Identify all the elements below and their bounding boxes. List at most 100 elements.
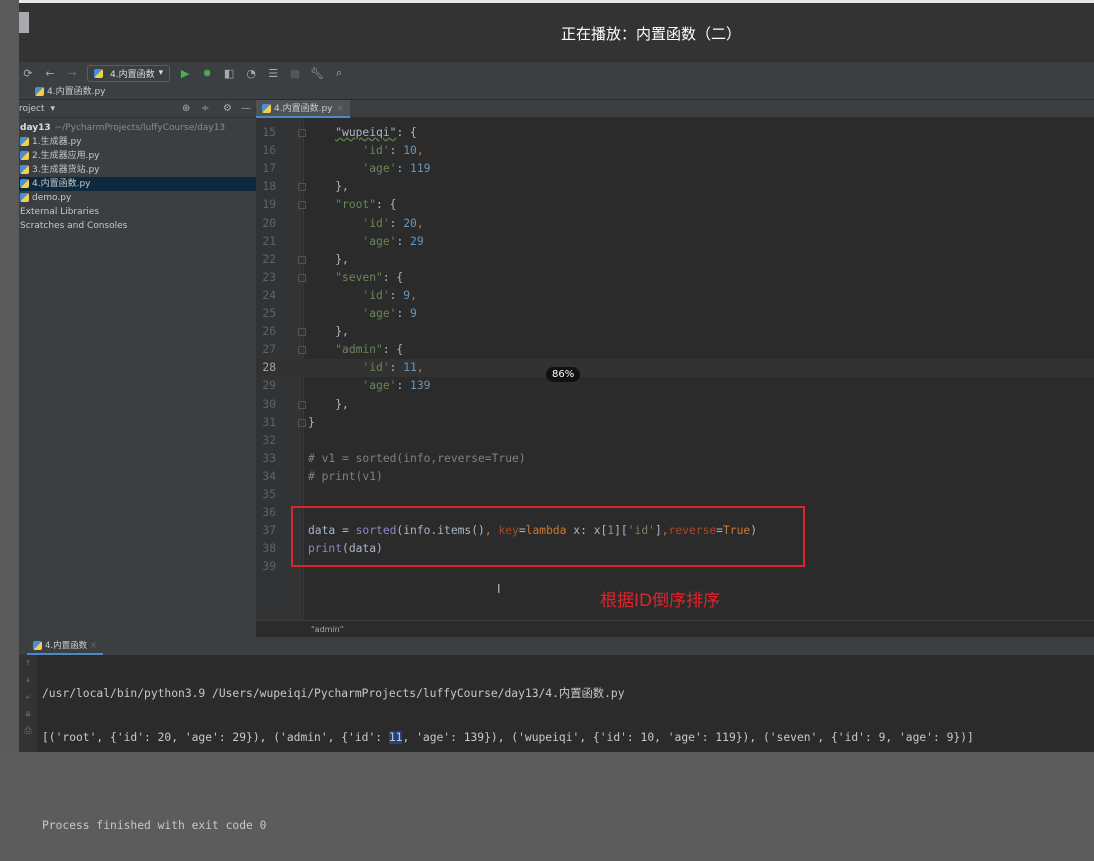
fold-marker-icon[interactable]	[298, 346, 306, 355]
chevron-down-icon[interactable]: ▾	[51, 104, 56, 114]
code-token: "admin"	[335, 343, 383, 357]
code-token: : {	[396, 126, 417, 139]
window-control[interactable]	[19, 12, 29, 33]
code-line[interactable]: 24 'id': 9,	[256, 287, 1094, 305]
editor-breadcrumb[interactable]: "admin"	[256, 620, 1094, 637]
profile-icon[interactable]: ◔	[244, 67, 258, 80]
code-line[interactable]: 27 "admin": {	[256, 341, 1094, 359]
code-line[interactable]: 19 "root": {	[256, 196, 1094, 214]
line-number: 15	[262, 126, 276, 139]
run-config-select[interactable]: 4.内置函数 ▾	[87, 64, 171, 82]
code-line[interactable]: 22 },	[256, 251, 1094, 269]
code-line[interactable]: 15 "wupeiqi": {	[256, 124, 1094, 142]
down-icon[interactable]: ↓	[19, 672, 37, 689]
code-line[interactable]: 34 # print(v1)	[256, 468, 1094, 486]
breadcrumb[interactable]: 4.内置函数.py	[19, 84, 1094, 100]
code-line[interactable]: 17 'age': 119	[256, 160, 1094, 178]
code-line[interactable]: 16 'id': 10,	[256, 142, 1094, 160]
code-line[interactable]: 21 'age': 29	[256, 233, 1094, 251]
project-view-select[interactable]: roject	[19, 104, 45, 114]
chevron-down-icon: ▾	[158, 68, 164, 78]
wrench-icon[interactable]: 🔧︎	[310, 67, 324, 80]
code-token: 9	[410, 307, 417, 320]
result-text: [('root', {'id': 20, 'age': 29}), ('admi…	[42, 731, 389, 744]
project-panel: roject ▾ ⊕ ÷ ⚙ — day13 ~/PycharmProjects/l…	[19, 100, 256, 637]
tree-file-selected[interactable]: 4.内置函数.py	[19, 177, 256, 191]
print-icon[interactable]: ⎙	[19, 723, 37, 740]
fold-marker-icon[interactable]	[298, 255, 306, 264]
code-line[interactable]: 26 },	[256, 323, 1094, 341]
stop-icon[interactable]: ■	[288, 67, 302, 80]
code-line[interactable]: 23 "seven": {	[256, 269, 1094, 287]
code-text: "admin": {	[308, 341, 403, 359]
line-number: 34	[262, 469, 276, 483]
concurrency-icon[interactable]: ☰	[266, 67, 280, 80]
fold-marker-icon[interactable]	[298, 129, 306, 137]
wrap-icon[interactable]: ⤶	[19, 689, 37, 706]
code-line[interactable]: 25 'age': 9	[256, 305, 1094, 323]
fold-marker-icon[interactable]	[298, 183, 306, 192]
search-icon[interactable]: ⌕	[332, 66, 346, 80]
tree-file[interactable]: demo.py	[19, 191, 256, 205]
code-text: 'age': 9	[308, 305, 417, 323]
code-token: ,	[416, 144, 424, 158]
fold-marker-icon[interactable]	[298, 400, 306, 409]
back-icon[interactable]: ←	[43, 67, 57, 80]
code-text: # print(v1)	[308, 468, 383, 486]
tree-file[interactable]: 1.生成器.py	[19, 135, 256, 149]
code-line[interactable]: 35	[256, 486, 1094, 504]
line-number: 24	[262, 288, 276, 302]
fold-marker-icon[interactable]	[298, 418, 306, 427]
code-line[interactable]: 31}	[256, 414, 1094, 432]
code-token: : {	[382, 270, 404, 284]
line-number: 36	[262, 506, 276, 520]
code-line[interactable]: 28 'id': 11,	[256, 359, 1094, 378]
close-icon[interactable]: ×	[90, 641, 97, 651]
code-token: 'id'	[362, 288, 390, 302]
sync-icon[interactable]: ⟳	[21, 67, 35, 80]
code-line[interactable]: 33 # v1 = sorted(info,reverse=True)	[256, 450, 1094, 468]
locate-icon[interactable]: ⊕	[182, 103, 190, 114]
run-icon[interactable]: ▶	[178, 67, 192, 80]
code-line[interactable]: 20 'id': 20,	[256, 215, 1094, 233]
tree-file[interactable]: 2.生成器应用.py	[19, 149, 256, 163]
tab-file[interactable]: 4.内置函数.py ×	[256, 100, 351, 118]
coverage-icon[interactable]: ◧	[222, 67, 236, 80]
tab-label: 4.内置函数.py	[274, 104, 333, 114]
code-line[interactable]: 29 'age': 139	[256, 377, 1094, 395]
up-icon[interactable]: ↑	[19, 655, 37, 672]
fold-marker-icon[interactable]	[298, 328, 306, 337]
python-icon	[94, 68, 103, 78]
code-line[interactable]: 18 },	[256, 178, 1094, 196]
code-line[interactable]: 30 },	[256, 396, 1094, 414]
line-number: 19	[262, 198, 276, 212]
code-token: : {	[382, 343, 404, 357]
tree-scratches[interactable]: Scratches and Consoles	[19, 219, 256, 233]
run-tab[interactable]: 4.内置函数 ×	[27, 637, 103, 655]
hide-icon[interactable]: —	[241, 103, 251, 114]
code-token: ,	[416, 216, 424, 230]
fold-marker-icon[interactable]	[298, 201, 306, 210]
forward-icon[interactable]: →	[65, 67, 79, 80]
fold-marker-icon[interactable]	[298, 273, 306, 282]
ide-toolbar: ⟳ ← → 4.内置函数 ▾ ▶ ✹ ◧ ◔ ☰ ■ 🔧︎ ⌕	[19, 62, 1094, 84]
tree-file[interactable]: 3.生成器货站.py	[19, 163, 256, 177]
debug-icon[interactable]: ✹	[200, 67, 214, 80]
code-token: }	[308, 415, 315, 429]
code-token: 119	[410, 162, 431, 176]
close-icon[interactable]: ×	[337, 104, 345, 114]
code-line[interactable]: 32	[256, 432, 1094, 450]
scroll-end-icon[interactable]: ⇊	[19, 706, 37, 723]
tree-root[interactable]: day13 ~/PycharmProjects/luffyCourse/day13	[19, 121, 256, 135]
code-token: : {	[376, 198, 397, 212]
tree-external-libraries[interactable]: External Libraries	[19, 205, 256, 219]
file-label: demo.py	[32, 193, 72, 203]
python-file-icon	[35, 87, 44, 96]
line-number: 37	[262, 524, 276, 538]
collapse-icon[interactable]: ÷	[201, 103, 209, 114]
gear-icon[interactable]: ⚙	[223, 103, 232, 114]
